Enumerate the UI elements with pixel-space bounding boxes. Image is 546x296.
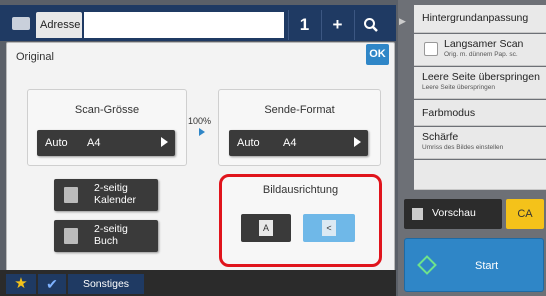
orientation-label: Bildausrichtung (262, 184, 339, 196)
start-icon (417, 255, 437, 275)
duplex-calendar-line2: Kalender (94, 194, 137, 206)
scan-size-value-right: A4 (87, 137, 101, 149)
right-panel-item-farbmodus[interactable]: Farbmodus (414, 100, 546, 126)
search-button[interactable] (354, 10, 386, 40)
send-format-label: Sende-Format (264, 104, 335, 116)
right-panel-item-label: Langsamer Scan (444, 38, 524, 50)
address-input[interactable] (84, 12, 284, 38)
arrow-right-icon (199, 128, 205, 136)
other-settings-button[interactable]: Sonstiges (68, 274, 144, 294)
book-page-icon (64, 228, 78, 244)
right-panel-item-langsamer-scan[interactable]: Langsamer Scan Orig. m. dünnem Pap. sc. (414, 34, 546, 66)
ok-button[interactable]: OK (366, 44, 389, 65)
checkbox[interactable] (424, 42, 438, 56)
send-format-button[interactable]: Auto A4 (229, 130, 368, 156)
duplex-book-button[interactable]: 2-seitig Buch (54, 220, 158, 252)
portrait-page-icon: A (259, 220, 273, 236)
dialog-title: Original (16, 51, 54, 63)
portrait-orientation-button[interactable]: A (241, 214, 291, 242)
check-button[interactable]: ✔ (38, 274, 66, 294)
right-panel-item-sub: Leere Seite überspringen (422, 84, 495, 91)
clear-all-button[interactable]: CA (506, 199, 544, 229)
duplex-book-line2: Buch (94, 235, 118, 247)
right-panel-item-sub: Orig. m. dünnem Pap. sc. (444, 51, 518, 58)
send-format-value-left: Auto (237, 137, 260, 149)
right-panel-item-label: Leere Seite überspringen (422, 71, 540, 83)
preview-label: Vorschau (432, 207, 476, 219)
landscape-orientation-button[interactable]: < (303, 214, 355, 242)
arrow-right-icon (354, 137, 361, 147)
address-tab[interactable]: Adresse (36, 12, 82, 38)
duplex-calendar-button[interactable]: 2-seitig Kalender (54, 179, 158, 211)
right-panel-item-sub: Umriss des Bildes einstellen (422, 144, 504, 151)
start-button[interactable]: Start (404, 238, 544, 292)
scan-size-value-left: Auto (45, 137, 68, 149)
address-book-icon[interactable] (12, 17, 30, 30)
right-panel-item-hintergrund[interactable]: Hintergrundanpassung (414, 5, 546, 33)
scan-size-label: Scan-Grösse (74, 104, 140, 116)
scan-size-button[interactable]: Auto A4 (37, 130, 175, 156)
duplex-book-line1: 2-seitig (94, 223, 128, 235)
favorite-star-button[interactable]: ★ (6, 274, 36, 294)
start-label: Start (475, 260, 499, 272)
arrow-right-icon (161, 137, 168, 147)
preview-icon (412, 208, 423, 220)
right-panel-item-empty (414, 160, 546, 190)
right-panel-item-label: Farbmodus (422, 107, 476, 119)
search-icon (363, 18, 378, 32)
panel-toggle-icon[interactable]: ▶ (399, 16, 413, 30)
landscape-page-icon: < (322, 220, 336, 236)
preview-button[interactable]: Vorschau (404, 199, 502, 229)
calendar-page-icon (64, 187, 78, 203)
send-format-value-right: A4 (283, 137, 297, 149)
right-panel-item-label: Hintergrundanpassung (422, 12, 529, 24)
count-button[interactable]: 1 (288, 10, 320, 40)
add-button[interactable]: + (321, 10, 353, 40)
right-panel-item-leere-seite[interactable]: Leere Seite überspringen Leere Seite übe… (414, 67, 546, 99)
right-panel-item-schaerfe[interactable]: Schärfe Umriss des Bildes einstellen (414, 127, 546, 159)
duplex-calendar-line1: 2-seitig (94, 182, 128, 194)
right-panel-item-label: Schärfe (422, 131, 459, 143)
zoom-percent: 100% (188, 116, 212, 126)
